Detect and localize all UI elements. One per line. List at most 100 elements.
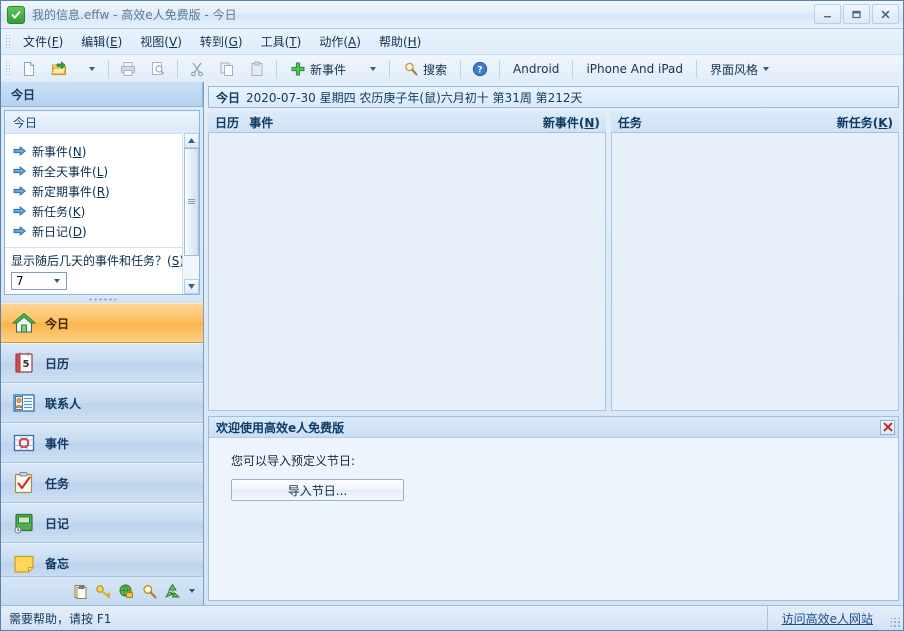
android-button[interactable]: Android [504, 57, 568, 81]
today-panel-scrollbar[interactable] [182, 133, 199, 294]
toolbar-separator [276, 60, 277, 78]
sidebar-item-events[interactable]: 事件 [1, 423, 203, 463]
website-link[interactable]: 访问高效e人网站 [782, 610, 873, 627]
lookahead-days-mnemonic: S [171, 254, 180, 268]
task-link-new-journal[interactable]: 新日记(D) [13, 221, 199, 241]
open-folder-icon[interactable] [44, 57, 74, 81]
menu-tools[interactable]: 工具(T) [252, 30, 311, 53]
lookahead-days-combobox[interactable]: 7 [11, 272, 67, 290]
arrow-right-icon [13, 145, 27, 157]
today-date-bar: 今日 2020-07-30 星期四 农历庚子年(鼠)六月初十 第31周 第212… [208, 86, 899, 108]
navigation-button-list: 今日 5 日历 联系人 事件 任务 日记 备忘 [1, 303, 203, 576]
welcome-close-button[interactable] [880, 419, 895, 435]
magnifier-icon [405, 62, 418, 76]
menu-actions-label: 动作 [319, 35, 344, 49]
new-task-link-mnemonic: K [878, 115, 888, 130]
import-holidays-button[interactable]: 导入节日... [231, 479, 404, 501]
menu-actions[interactable]: 动作(A) [310, 30, 370, 53]
sidebar-item-memo[interactable]: 备忘 [1, 543, 203, 576]
today-panes: 日历 事件 新事件(N) 任务 新任务(K) [208, 112, 899, 411]
arrow-right-icon [13, 225, 27, 237]
new-event-dropdown[interactable] [355, 57, 385, 81]
application-window: 我的信息.effw - 高效e人免费版 - 今日 文件(F) 编辑(E) 视图(… [0, 0, 904, 631]
sidebar-item-calendar[interactable]: 5 日历 [1, 343, 203, 383]
new-task-link-label: 新任务 [836, 115, 873, 130]
magnifier-icon [143, 584, 157, 598]
sidebar-item-today[interactable]: 今日 [1, 303, 203, 343]
welcome-panel-header: 欢迎使用高效e人免费版 [209, 417, 898, 438]
menu-grip-handle[interactable] [5, 33, 11, 50]
toolbar-grip-handle[interactable] [5, 61, 11, 77]
status-hint: 需要帮助，请按 F1 [9, 611, 112, 626]
green-check-circle-icon [7, 5, 25, 24]
navigation-pane-splitter[interactable] [1, 295, 203, 303]
scrollbar-thumb[interactable] [183, 148, 199, 256]
scroll-down-button[interactable] [183, 279, 199, 294]
paste-icon[interactable] [242, 57, 272, 81]
welcome-text: 您可以导入预定义节日: [231, 454, 356, 468]
calendar-events-list[interactable] [208, 132, 606, 411]
scroll-up-button[interactable] [183, 133, 199, 148]
maximize-button[interactable] [843, 4, 870, 24]
scissors-icon[interactable] [182, 57, 212, 81]
sidebar-item-tasks[interactable]: 任务 [1, 463, 203, 503]
sidebar-item-today-label: 今日 [45, 316, 70, 331]
sidebar-item-contacts[interactable]: 联系人 [1, 383, 203, 423]
open-folder-dropdown[interactable] [74, 57, 104, 81]
new-event-button[interactable]: 新事件 [281, 57, 355, 81]
skin-button[interactable]: 界面风格 [701, 57, 778, 81]
tasks-pane: 任务 新任务(K) [610, 112, 899, 411]
close-button[interactable] [872, 4, 899, 24]
task-link-new-event[interactable]: 新事件(N) [13, 141, 199, 161]
website-link-container[interactable]: 访问高效e人网站 [766, 606, 887, 630]
help-circle-icon[interactable]: ? [465, 57, 495, 81]
notes-icon [74, 584, 87, 599]
calendar-icon: 5 [15, 352, 33, 373]
chevron-down-icon[interactable] [189, 589, 195, 593]
printer-icon[interactable] [113, 57, 143, 81]
journal-icon [14, 513, 33, 534]
search-button[interactable]: 搜索 [394, 57, 456, 81]
main-panel: 今日 2020-07-30 星期四 农历庚子年(鼠)六月初十 第31周 第212… [204, 82, 903, 605]
task-link-new-allday-event[interactable]: 新全天事件(L) [13, 161, 199, 181]
iphone-ipad-button[interactable]: iPhone And iPad [577, 57, 692, 81]
window-controls [814, 4, 899, 24]
status-bar: 需要帮助，请按 F1 访问高效e人网站 [1, 605, 903, 630]
menu-view[interactable]: 视图(V) [131, 30, 191, 53]
new-event-link[interactable]: 新事件(N) [543, 114, 600, 131]
menu-goto-label: 转到 [199, 35, 224, 49]
menu-file[interactable]: 文件(F) [14, 30, 72, 53]
toolbar-separator [177, 60, 178, 78]
toolbar-separator [108, 60, 109, 78]
task-link-new-recurring-event-mnemonic: R [96, 184, 106, 199]
menu-goto-mnemonic: G [228, 35, 238, 49]
new-event-link-label: 新事件 [542, 115, 579, 130]
task-link-new-event-label: 新事件 [32, 144, 69, 159]
plus-icon [291, 62, 305, 76]
print-preview-icon[interactable] [143, 57, 173, 81]
menu-help-label: 帮助 [378, 35, 403, 49]
new-task-link[interactable]: 新任务(K) [837, 114, 893, 131]
sidebar-item-events-label: 事件 [45, 436, 70, 451]
menu-help[interactable]: 帮助(H) [370, 30, 430, 53]
resize-grip[interactable] [887, 606, 903, 630]
clipboard-check-icon [14, 472, 33, 494]
house-icon [11, 312, 37, 333]
task-link-new-task[interactable]: 新任务(K) [13, 201, 199, 221]
window-title: 我的信息.effw - 高效e人免费版 - 今日 [32, 8, 237, 22]
recycle-icon: e [164, 583, 181, 598]
new-document-icon[interactable] [14, 57, 44, 81]
menu-help-mnemonic: H [407, 35, 417, 49]
title-bar: 我的信息.effw - 高效e人免费版 - 今日 [1, 1, 903, 29]
scrollbar-track[interactable] [183, 148, 199, 279]
sidebar-item-journal[interactable]: 日记 [1, 503, 203, 543]
calendar-pane-title-calendar: 日历 [215, 115, 240, 130]
menu-goto[interactable]: 转到(G) [191, 30, 252, 53]
content-area: 今日 今日 新事件(N) 新全天事件(L) 新定期事件(R) 新任务(K) 新日… [1, 82, 903, 605]
copy-icon[interactable] [212, 57, 242, 81]
toolbar-separator [499, 60, 501, 78]
menu-edit[interactable]: 编辑(E) [72, 30, 131, 53]
task-link-new-recurring-event[interactable]: 新定期事件(R) [13, 181, 199, 201]
tasks-list[interactable] [610, 132, 899, 411]
minimize-button[interactable] [814, 4, 841, 24]
